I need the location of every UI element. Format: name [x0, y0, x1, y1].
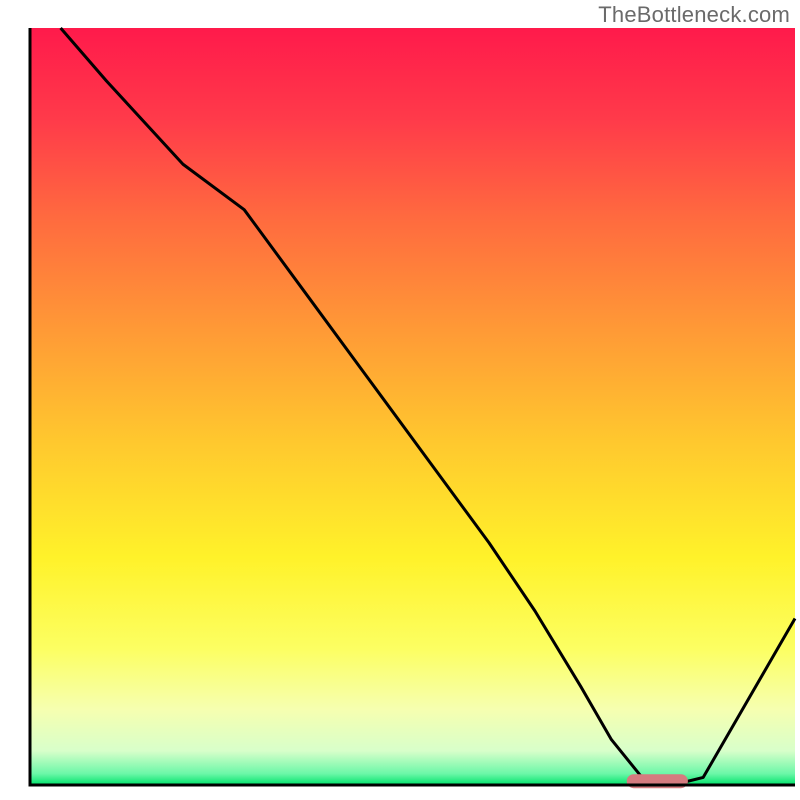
- watermark-text: TheBottleneck.com: [598, 2, 790, 28]
- gradient-background: [30, 28, 795, 785]
- chart-container: TheBottleneck.com: [0, 0, 800, 800]
- bottleneck-chart: [0, 0, 800, 800]
